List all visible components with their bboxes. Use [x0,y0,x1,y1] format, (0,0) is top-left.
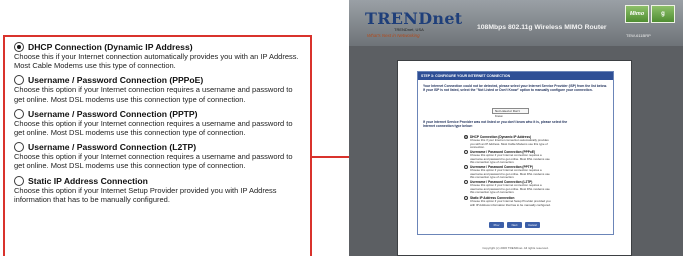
prev-button[interactable]: Prev [489,222,504,228]
mimo-logo-icon: Mimo [625,5,649,23]
mini-desc-l2tp: Choose this option if your Internet conn… [470,184,550,194]
copyright-text: Copyright (c) 2006 TRENDnet. All rights … [482,246,549,250]
wizard-title: STEP 3: CONFIGURE YOUR INTERNET CONNECTI… [418,72,613,80]
option-dhcp-desc: Choose this if your Internet connection … [14,52,299,71]
mini-desc-dhcp: Choose this if your Internet connection … [470,139,549,149]
option-pppoe[interactable]: Username / Password Connection (PPPoE) C… [14,75,302,104]
option-l2tp[interactable]: Username / Password Connection (L2TP) Ch… [14,142,302,170]
brand-location: TRENDnet, USA [394,27,424,32]
mini-radio-dhcp[interactable] [464,135,468,139]
option-dhcp[interactable]: DHCP Connection (Dynamic IP Address) Cho… [14,42,302,70]
isp-select[interactable]: Not Listed or Don't Know [492,108,529,118]
model-number: TEW-611BRP [626,33,651,38]
cancel-button[interactable]: Cancel [525,222,540,228]
radio-l2tp[interactable] [14,142,24,153]
wizard-intro: Your Internet Connection could not be de… [423,84,607,93]
router-screenshot: TRENDnet TRENDnet, USA What's Next in Ne… [349,0,683,256]
radio-dhcp[interactable] [14,42,24,52]
option-l2tp-desc: Choose this option if your Internet conn… [14,152,293,171]
option-dhcp-title: DHCP Connection (Dynamic IP Address) [28,42,193,52]
option-static-title: Static IP Address Connection [28,175,148,186]
mini-radio-pppoe[interactable] [464,150,468,154]
not-listed-text: If your Internet Service Provider was no… [423,120,568,129]
radio-pptp[interactable] [14,108,24,119]
connection-options-zoom: DHCP Connection (Dynamic IP Address) Cho… [3,35,312,256]
option-static-desc: Choose this option if your Internet Setu… [14,185,277,204]
option-pppoe-desc: Choose this option if your Internet conn… [14,85,293,104]
option-l2tp-title: Username / Password Connection (L2TP) [28,142,197,153]
radio-static[interactable] [14,175,24,186]
setup-wizard: STEP 3: CONFIGURE YOUR INTERNET CONNECTI… [417,71,614,235]
option-pptp-desc: Choose this option if your Internet conn… [14,118,293,138]
mini-desc-pptp: Choose this option if your Internet conn… [470,169,550,179]
brand-tagline: What's Next in Networking [367,33,420,38]
option-pptp[interactable]: Username / Password Connection (PPTP) Ch… [14,108,302,138]
option-static[interactable]: Static IP Address Connection Choose this… [14,175,302,204]
mini-radio-static[interactable] [464,196,468,200]
radio-pppoe[interactable] [14,75,24,86]
mini-desc-pppoe: Choose this option if your Internet conn… [470,154,550,164]
next-button[interactable]: Next [507,222,522,228]
option-pppoe-title: Username / Password Connection (PPPoE) [28,75,204,86]
router-page: STEP 3: CONFIGURE YOUR INTERNET CONNECTI… [397,60,632,256]
router-header: TRENDnet TRENDnet, USA What's Next in Ne… [349,0,683,46]
mini-desc-static: Choose this option if your Internet Setu… [470,200,551,207]
mini-radio-l2tp[interactable] [464,180,468,184]
brand-logo: TRENDnet [365,9,463,28]
g-logo-icon: g [651,5,675,23]
option-pptp-title: Username / Password Connection (PPTP) [28,108,198,119]
product-name: 108Mbps 802.11g Wireless MIMO Router [477,24,607,31]
mini-radio-pptp[interactable] [464,165,468,169]
